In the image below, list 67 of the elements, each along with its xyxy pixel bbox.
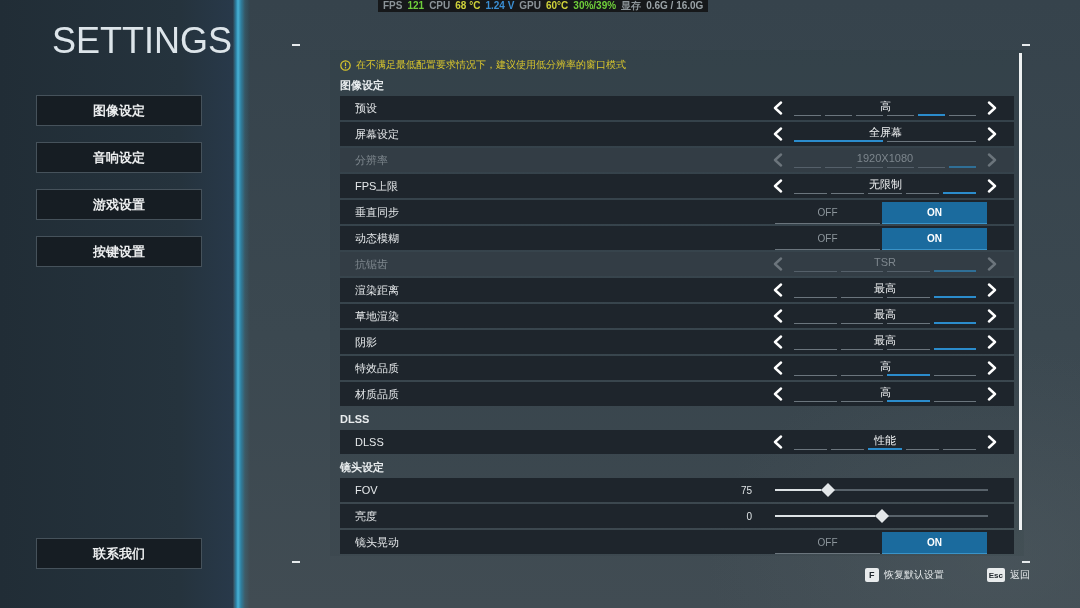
overlay-reading: 60°C (546, 0, 569, 12)
key-cap: F (864, 568, 879, 582)
option-value: 最高 (874, 333, 896, 348)
setting-label: 分辨率 (355, 152, 388, 168)
menu-button[interactable]: 图像设定 (36, 95, 202, 126)
settings-title: SETTINGS (52, 19, 233, 63)
hint-label[interactable]: 恢复默认设置 (883, 568, 944, 582)
setting-label: 亮度 (355, 508, 377, 524)
overlay-reading: CPU (429, 0, 451, 12)
setting-label: 屏幕设定 (355, 126, 399, 142)
menu-button[interactable]: 音响设定 (36, 142, 202, 173)
overlay-reading: 30%/39% (573, 0, 617, 12)
slider-thumb[interactable] (821, 483, 836, 497)
option-value: 高 (879, 359, 891, 374)
overlay-reading: 0.6G / 16.0G (646, 0, 704, 12)
toggle-option[interactable]: OFF (775, 228, 880, 250)
setting-label: 预设 (355, 100, 377, 116)
slider-reading: 0 (745, 510, 752, 522)
section-title: DLSS (340, 412, 370, 427)
overlay-reading: GPU (519, 0, 541, 12)
dash-icon (1022, 44, 1030, 46)
menu-button[interactable]: 游戏设置 (36, 189, 202, 220)
warning-icon (340, 59, 351, 71)
setting-label: 材质品质 (355, 386, 399, 402)
option-value: 高 (879, 99, 891, 114)
setting-label: 垂直同步 (355, 204, 399, 220)
warning-text: 在不满足最低配置要求情况下，建议使用低分辨率的窗口模式 (356, 58, 626, 72)
option-value: 1920X1080 (856, 151, 914, 166)
section-title: 图像设定 (340, 78, 384, 93)
setting-label: 特效品质 (355, 360, 399, 376)
toggle-option[interactable]: ON (882, 228, 987, 250)
option-value: 全屏幕 (868, 125, 902, 140)
dash-icon (292, 44, 300, 46)
section-title: 镜头设定 (340, 460, 384, 475)
setting-label: 动态模糊 (355, 230, 399, 246)
slider-thumb[interactable] (874, 509, 889, 523)
overlay-reading: 121 (407, 0, 425, 12)
toggle-option[interactable]: ON (882, 202, 987, 224)
contact-button[interactable]: 联系我们 (36, 538, 202, 569)
overlay-reading: 显存 (621, 0, 642, 12)
option-value: 高 (879, 385, 891, 400)
toggle-option[interactable]: OFF (775, 202, 880, 224)
setting-label: 镜头晃动 (355, 534, 399, 550)
overlay-reading: FPS (383, 0, 403, 12)
setting-label: 阴影 (355, 334, 377, 350)
option-value: TSR (874, 255, 896, 270)
setting-label: 渲染距离 (355, 282, 399, 298)
option-value: 最高 (874, 281, 896, 296)
scrollbar[interactable] (1019, 53, 1022, 530)
key-cap: Esc (986, 568, 1005, 582)
option-value: 最高 (874, 307, 896, 322)
overlay-reading: 68 °C (455, 0, 481, 12)
option-value: 性能 (874, 433, 896, 448)
dash-icon (292, 561, 300, 563)
toggle-option[interactable]: ON (882, 532, 987, 554)
menu-button[interactable]: 按键设置 (36, 236, 202, 267)
setting-label: 抗锯齿 (355, 256, 388, 272)
option-value: 无限制 (868, 177, 902, 192)
toggle-option[interactable]: OFF (775, 532, 880, 554)
dash-icon (1022, 561, 1030, 563)
setting-label: DLSS (355, 436, 384, 448)
slider-reading: 75 (739, 484, 752, 496)
setting-label: FOV (355, 484, 378, 496)
setting-label: FPS上限 (355, 178, 399, 194)
overlay-reading: 1.24 V (485, 0, 515, 12)
hint-label[interactable]: 返回 (1010, 568, 1030, 582)
setting-label: 草地渲染 (355, 308, 399, 324)
